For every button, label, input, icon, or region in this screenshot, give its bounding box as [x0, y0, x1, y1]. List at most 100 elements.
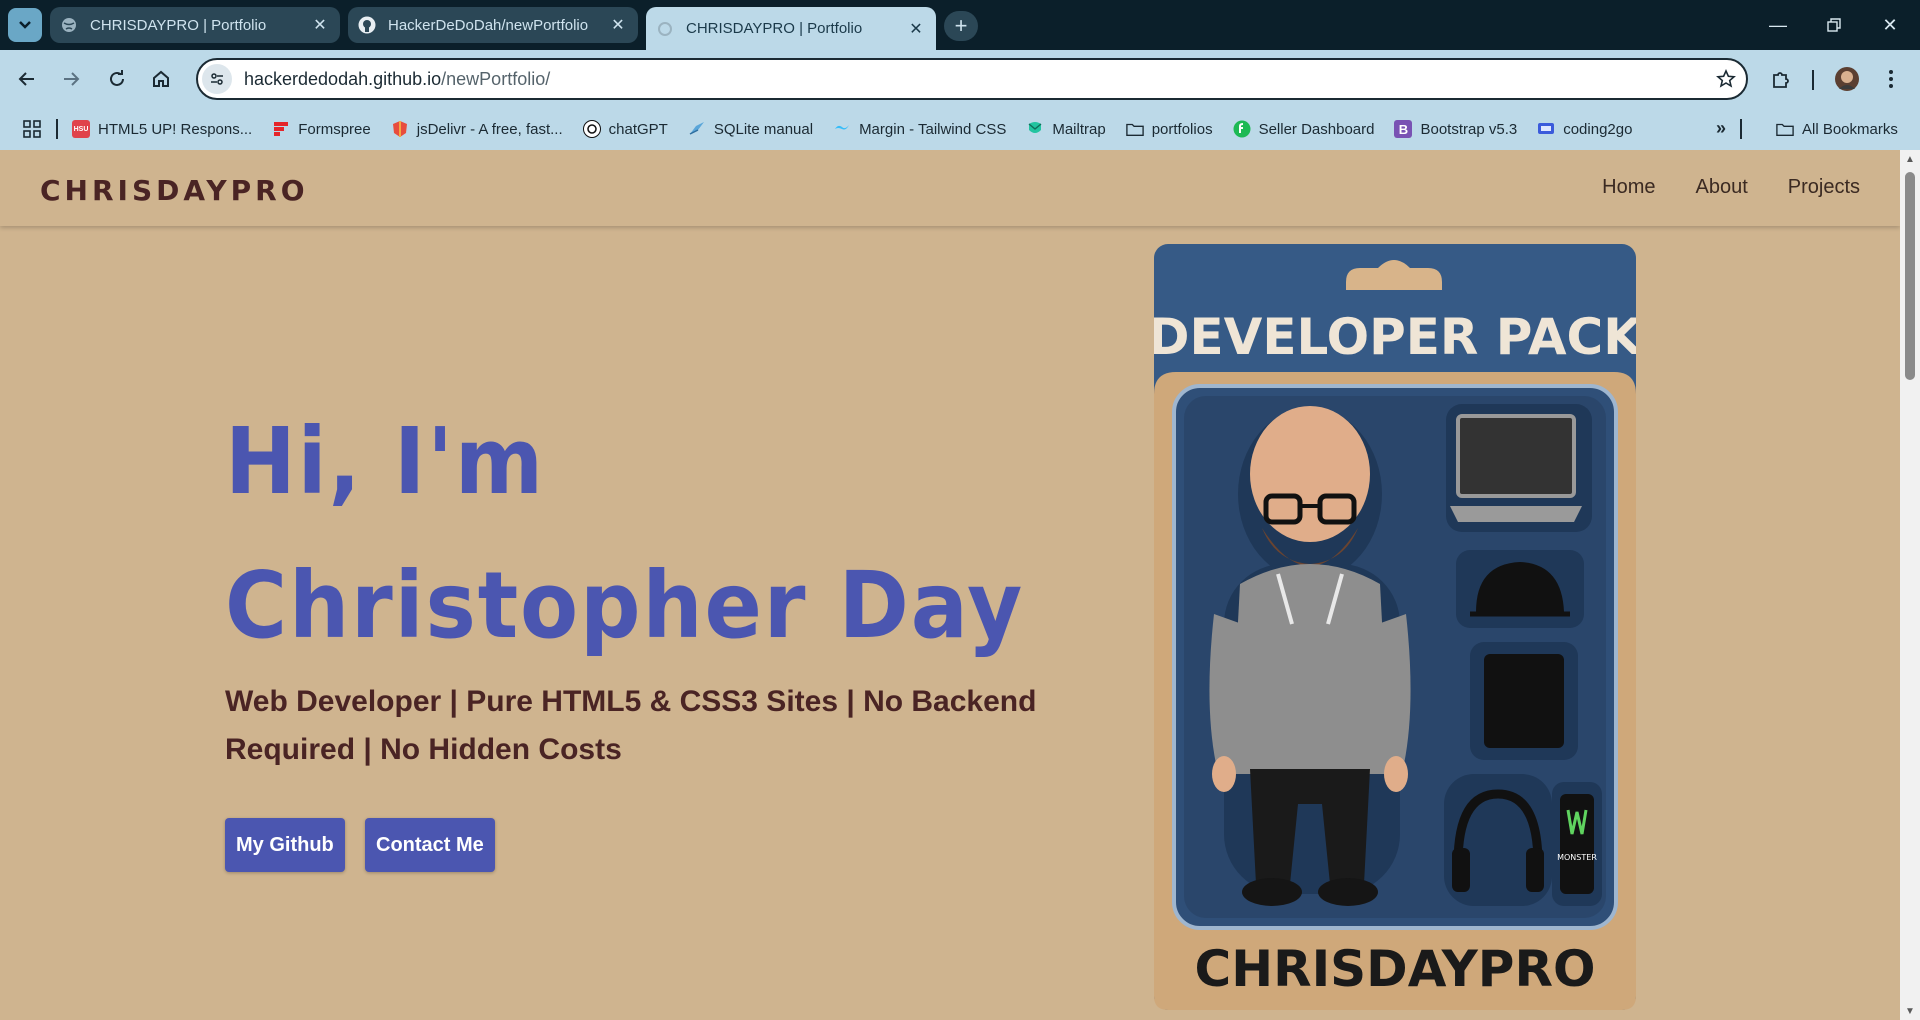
sqlite-icon	[688, 120, 706, 138]
avatar	[1835, 67, 1859, 91]
bookmark-label: portfolios	[1151, 120, 1213, 138]
browser-toolbar: hackerdedodah.github.io/newPortfolio/	[0, 50, 1920, 108]
nav-link-about[interactable]: About	[1695, 176, 1747, 199]
seller-icon	[1233, 120, 1251, 138]
address-bar[interactable]: hackerdedodah.github.io/newPortfolio/	[196, 58, 1748, 100]
figure	[1209, 406, 1411, 906]
close-window-button[interactable]: ✕	[1870, 8, 1910, 42]
nav-link-home[interactable]: Home	[1602, 176, 1655, 199]
jsdelivr-icon	[391, 120, 409, 138]
folder-icon	[1776, 120, 1794, 138]
bookmarks-bar: HSU HTML5 UP! Respons... Formspree jsDel…	[0, 108, 1920, 150]
energy-drink-can: MONSTER	[1552, 782, 1602, 906]
scroll-thumb[interactable]	[1905, 172, 1915, 380]
minimize-button[interactable]: —	[1758, 8, 1798, 42]
url-text: hackerdedodah.github.io/newPortfolio/	[244, 69, 1706, 90]
profile-button[interactable]	[1830, 62, 1864, 96]
headphones-accessory	[1444, 774, 1552, 906]
bookmark-bootstrap[interactable]: B Bootstrap v5.3	[1394, 120, 1517, 138]
tab-1-close-icon[interactable]: ✕	[310, 15, 330, 35]
back-button[interactable]	[10, 62, 44, 96]
nav-link-projects[interactable]: Projects	[1788, 176, 1860, 199]
bookmark-label: chatGPT	[608, 120, 668, 138]
restore-icon	[1827, 18, 1841, 32]
scroll-down-icon[interactable]: ▼	[1904, 1006, 1916, 1017]
reload-button[interactable]	[100, 62, 134, 96]
bookmark-label: Bootstrap v5.3	[1420, 120, 1518, 138]
tailwind-icon	[833, 120, 851, 138]
page-scrollbar[interactable]: ▲ ▼	[1900, 150, 1920, 1020]
page-viewport: CHRISDAYPRO Home About Projects Hi, I'm …	[0, 150, 1900, 1020]
folder-icon	[1125, 120, 1144, 138]
tab-1-title: CHRISDAYPRO | Portfolio	[90, 16, 267, 34]
pack-brand: CHRISDAYPRO	[1195, 940, 1596, 998]
bookmark-coding2go[interactable]: coding2go	[1537, 120, 1632, 138]
apps-grid-icon[interactable]	[22, 119, 42, 139]
html5up-icon: HSU	[72, 120, 90, 138]
url-path: /newPortfolio/	[441, 68, 551, 89]
bookmark-label: coding2go	[1563, 120, 1633, 138]
openai-icon	[582, 120, 601, 138]
close-icon: ✕	[1882, 14, 1898, 35]
github-button[interactable]: My Github	[225, 818, 345, 872]
site-header: CHRISDAYPRO Home About Projects	[0, 150, 1900, 226]
tab-3-active[interactable]: CHRISDAYPRO | Portfolio ✕	[646, 7, 936, 50]
tab-2[interactable]: HackerDeDoDah/newPortfolio ✕	[348, 7, 638, 43]
arrow-left-icon	[18, 72, 34, 86]
hero-heading-line-2: Christopher Day	[225, 552, 1025, 659]
bookmark-label: SQLite manual	[713, 120, 814, 138]
restore-button[interactable]	[1814, 8, 1854, 42]
bookmark-tailwind[interactable]: Margin - Tailwind CSS	[833, 120, 1006, 138]
tab-strip: CHRISDAYPRO | Portfolio ✕ HackerDeDoDah/…	[0, 0, 1920, 50]
bookmark-html5up[interactable]: HSU HTML5 UP! Respons...	[72, 120, 252, 138]
menu-button[interactable]	[1874, 62, 1908, 96]
forward-button[interactable]	[54, 62, 88, 96]
developer-pack-illustration: DEVELOPER PACK MONSTER CHRISDAYPRO	[1154, 244, 1636, 1010]
loading-icon	[656, 20, 674, 38]
bookmark-label: Mailtrap	[1052, 120, 1106, 138]
bookmark-label: Margin - Tailwind CSS	[859, 120, 1007, 138]
bookmark-label: jsDelivr - A free, fast...	[416, 120, 563, 138]
site-info-button[interactable]	[202, 64, 232, 94]
scroll-up-icon[interactable]: ▲	[1904, 154, 1916, 165]
laptop-accessory	[1446, 404, 1592, 532]
bookmark-sqlite[interactable]: SQLite manual	[688, 120, 813, 138]
site-brand-logo[interactable]: CHRISDAYPRO	[40, 174, 309, 207]
tune-icon	[211, 73, 223, 85]
bookmark-formspree[interactable]: Formspree	[272, 120, 371, 138]
new-tab-button[interactable]: +	[944, 11, 978, 41]
home-button[interactable]	[144, 62, 178, 96]
github-icon	[358, 16, 376, 34]
can-label: MONSTER	[1557, 853, 1597, 862]
more-bookmarks-chevron-icon[interactable]: »	[1716, 118, 1726, 139]
hero-heading: Hi, I'm Christopher Day	[225, 390, 1024, 678]
bookmark-mailtrap[interactable]: Mailtrap	[1026, 120, 1106, 138]
bookmark-jsdelivr[interactable]: jsDelivr - A free, fast...	[391, 120, 563, 138]
puzzle-icon	[1773, 72, 1789, 88]
tab-3-title: CHRISDAYPRO | Portfolio	[686, 20, 863, 37]
tab-1[interactable]: CHRISDAYPRO | Portfolio ✕	[50, 7, 340, 43]
arrow-right-icon	[64, 72, 80, 86]
bookmark-separator	[56, 119, 58, 139]
tab-search-button[interactable]	[8, 8, 42, 42]
formspree-icon	[272, 120, 290, 138]
bookmark-label: HTML5 UP! Respons...	[98, 120, 253, 138]
extensions-button[interactable]	[1764, 62, 1798, 96]
bookmark-seller-dashboard[interactable]: Seller Dashboard	[1233, 120, 1374, 138]
bookmark-folder-portfolios[interactable]: portfolios	[1125, 120, 1213, 138]
tab-2-close-icon[interactable]: ✕	[608, 15, 628, 35]
toolbar-divider	[1812, 70, 1814, 90]
all-bookmarks-button[interactable]: All Bookmarks	[1776, 120, 1898, 138]
contact-button[interactable]: Contact Me	[365, 818, 495, 872]
bookmark-label: Formspree	[298, 120, 371, 138]
tab-3-close-icon[interactable]: ✕	[906, 19, 926, 39]
bookmark-star-button[interactable]	[1706, 69, 1746, 89]
globe-icon	[60, 16, 78, 34]
site-nav: Home About Projects	[1602, 176, 1860, 199]
mailtrap-icon	[1026, 120, 1044, 138]
bookmark-chatgpt[interactable]: chatGPT	[582, 120, 668, 138]
hero-heading-line-1: Hi, I'm	[225, 408, 545, 515]
url-domain: hackerdedodah.github.io	[244, 68, 442, 89]
kebab-menu-icon	[1889, 70, 1893, 88]
all-bookmarks-label: All Bookmarks	[1802, 120, 1898, 138]
